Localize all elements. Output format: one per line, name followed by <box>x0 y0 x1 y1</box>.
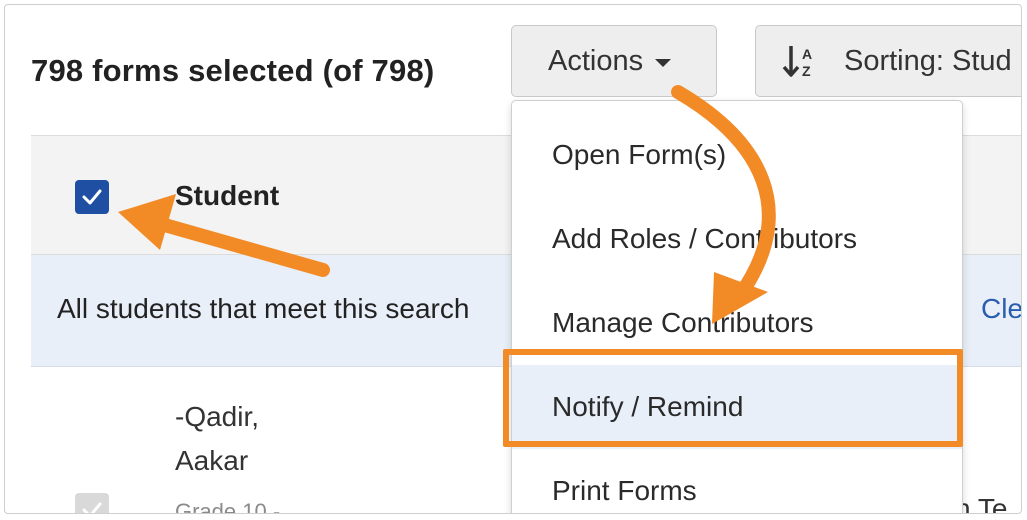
row-checkbox[interactable] <box>75 493 109 513</box>
screenshot-frame: 798 forms selected (of 798) Actions A Z … <box>4 4 1022 514</box>
student-last-name: -Qadir, <box>175 401 260 432</box>
menu-item-print-forms[interactable]: Print Forms <box>512 449 962 513</box>
sorting-button-label: Sorting: Stud <box>844 44 1012 77</box>
svg-text:A: A <box>802 46 812 62</box>
student-first-name: Aakar <box>175 445 249 476</box>
menu-item-add-roles-contributors[interactable]: Add Roles / Contributors <box>512 197 962 281</box>
checkmark-icon <box>82 502 102 513</box>
actions-button-label: Actions <box>548 44 644 77</box>
selection-summary: 798 forms selected (of 798) <box>31 53 435 88</box>
caret-down-icon <box>655 59 672 67</box>
checkmark-icon <box>82 189 102 205</box>
svg-text:Z: Z <box>802 63 811 79</box>
select-all-checkbox[interactable] <box>75 180 109 214</box>
clear-selection-link[interactable]: Clear <box>981 293 1021 325</box>
annotation-highlight-box <box>503 349 963 447</box>
selection-banner-text: All students that meet this search <box>57 293 470 324</box>
sorting-button[interactable]: A Z Sorting: Stud <box>755 25 1021 97</box>
column-header-student[interactable]: Student <box>175 180 279 212</box>
menu-item-open-forms[interactable]: Open Form(s) <box>512 113 962 197</box>
actions-button[interactable]: Actions <box>511 25 717 97</box>
actions-dropdown-menu: Open Form(s) Add Roles / Contributors Ma… <box>511 100 963 513</box>
student-grade: Grade 10 - <box>175 499 281 514</box>
sort-alpha-down-icon: A Z <box>782 46 812 79</box>
